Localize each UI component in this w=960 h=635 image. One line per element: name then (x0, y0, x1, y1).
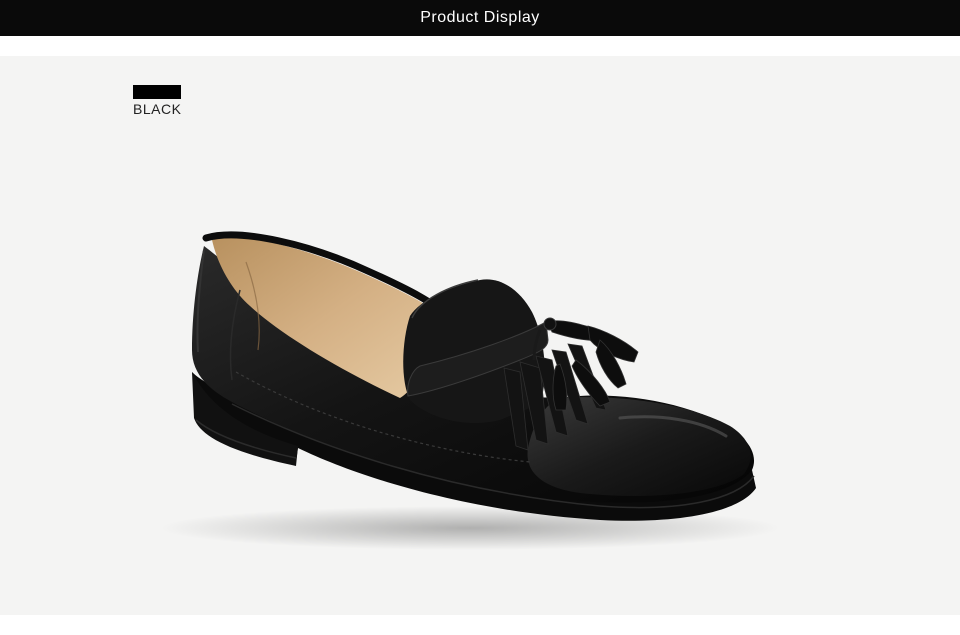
header-title: Product Display (420, 9, 540, 26)
header-bar: Product Display (0, 0, 960, 36)
loafer-shoe-image (160, 231, 780, 550)
product-image-panel: BLACK (0, 56, 960, 615)
